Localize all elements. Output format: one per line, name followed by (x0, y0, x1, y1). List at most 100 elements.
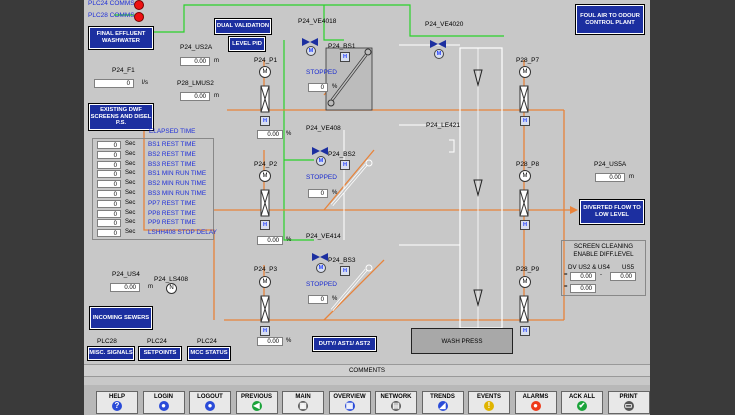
unit-us5a: m (629, 174, 634, 180)
hand-bs1-button[interactable]: H (340, 52, 350, 62)
value-us2a: 0.00 (180, 57, 210, 66)
elapsed-unit: Sec (125, 150, 136, 157)
valve-ve408-indicator[interactable]: M (316, 156, 326, 166)
logout-icon: ● (205, 401, 215, 411)
nav-trends-button[interactable]: TRENDS ◢ (421, 391, 464, 414)
incoming-sewers-button[interactable]: INCOMING SEWERS (90, 307, 152, 329)
nav-events-button[interactable]: EVENTS! (468, 391, 510, 414)
overview-icon: ▦ (344, 401, 355, 411)
elapsed-value: 0 (97, 199, 121, 208)
valve-ve4020-indicator[interactable]: M (434, 49, 444, 59)
value-us5a: 0.00 (595, 173, 625, 182)
diverted-flow-button[interactable]: DIVERTED FLOW TO LOW LEVEL (580, 200, 644, 224)
wash-press: WASH PRESS (411, 328, 513, 354)
elapsed-unit: Sec (125, 170, 136, 177)
tag-bs3: P24_BS3 (328, 257, 356, 264)
bs2-status: STOPPED (306, 174, 337, 181)
tag-p9: P28_P9 (516, 266, 540, 273)
level-pid-button[interactable]: LEVEL PID (229, 37, 265, 51)
motor-p8-icon: M (519, 170, 531, 182)
tag-f1: P24_F1 (112, 67, 135, 74)
value-bs3: 0 (308, 295, 328, 304)
elapsed-label: BS2 REST TIME (148, 150, 196, 158)
hand-p1-button[interactable]: H (260, 116, 270, 126)
tag-ve408: P24_VE408 (306, 125, 341, 132)
nav-previous-button[interactable]: PREVIOUS ◀ (235, 391, 278, 414)
nav-alarms-button[interactable]: ALARMS ● (514, 391, 557, 414)
elapsed-value: 0 (97, 190, 121, 198)
motor-p9-icon: M (519, 276, 531, 288)
trends-icon: ◢ (437, 401, 448, 411)
print-icon: ▭ (623, 401, 634, 411)
unit-p3: % (286, 338, 292, 344)
foul-air-button[interactable]: FOUL AIR TO ODOUR CONTROL PLANT (576, 5, 644, 34)
hand-bs2-button[interactable]: H (340, 160, 350, 170)
valve-ve414-indicator[interactable]: M (316, 263, 326, 273)
plc24-mcc-label: PLC24 (197, 338, 217, 345)
hand-p2-button[interactable]: H (260, 220, 270, 230)
diff-total-equals-sign: = (564, 284, 568, 290)
plc28-comms-label: PLC28 COMMS (88, 12, 135, 19)
nav-logout-button[interactable]: LOGOUT ● (189, 391, 231, 414)
diff-minus-sign: - (600, 272, 602, 278)
elapsed-label: PP9 REST TIME (148, 219, 196, 227)
duty-ast-button[interactable]: DUTY/ AST1/ AST2 (313, 337, 376, 351)
nav-print-button[interactable]: PRINT ▭ (607, 391, 650, 414)
hand-bs3-button[interactable]: H (340, 266, 350, 276)
nav-main-button[interactable]: MAIN ▦ (282, 391, 324, 414)
existing-dwf-button[interactable]: EXISTING DWF SCREENS AND DISEL P.S. (89, 104, 153, 130)
hand-p7-button[interactable]: H (520, 116, 530, 126)
tag-bs2: P24_BS2 (328, 151, 356, 158)
tag-us5a: P24_US5A (594, 161, 627, 168)
nav-help-button[interactable]: HELP? (96, 391, 138, 414)
elapsed-unit: Sec (125, 199, 136, 206)
misc-signals-button[interactable]: MISC. SIGNALS (88, 347, 134, 360)
elapsed-unit: Sec (125, 180, 136, 187)
unit-bs2: % (332, 190, 338, 196)
login-icon: ● (158, 401, 169, 411)
elapsed-label: LSHH408 STOP DELAY (148, 229, 217, 237)
elapsed-label: PP7 REST TIME (148, 199, 196, 207)
elapsed-unit: Sec (125, 160, 136, 167)
setpoints-button[interactable]: SETPOINTS (139, 347, 181, 360)
tag-p3: P24_P3 (254, 266, 278, 273)
hand-p9-button[interactable]: H (520, 326, 530, 336)
tag-ve414: P24_VE414 (306, 233, 341, 240)
hand-p8-button[interactable]: H (520, 220, 530, 230)
unit-bs1: % (332, 84, 338, 90)
nav-ack-all-button[interactable]: ACK ALL ✔ (561, 391, 603, 414)
nav-label: OVERVIEW (333, 394, 366, 400)
nav-label: PRINT (619, 394, 638, 400)
unit-p2: % (286, 237, 292, 243)
elapsed-label: BS3 REST TIME (148, 160, 196, 168)
dual-validation-button[interactable]: DUAL VALIDATION (215, 19, 271, 34)
tag-p7: P28_P7 (516, 57, 540, 64)
nav-login-button[interactable]: LOGIN ● (142, 391, 185, 414)
tag-ve4020: P24_VE4020 (425, 21, 464, 28)
tag-p2: P24_P2 (254, 161, 278, 168)
plc28-comms-indicator (134, 12, 144, 22)
ls408-indicator: N (166, 283, 177, 294)
main-icon: ▦ (298, 401, 308, 411)
nav-overview-button[interactable]: OVERVIEW ▦ (328, 391, 371, 414)
value-p3: 0.00 (257, 337, 283, 346)
screen-cleaning-title: SCREEN CLEANING ENABLE DIFF.LEVEL (573, 243, 634, 258)
mcc-status-button[interactable]: MCC STATUS (188, 347, 230, 360)
unit-lmus2: m (214, 93, 219, 99)
elapsed-value: 0 (97, 141, 121, 149)
elapsed-unit: Sec (125, 190, 136, 196)
final-effluent-button[interactable]: FINAL EFFLUENT WASHWATER (89, 27, 153, 49)
elapsed-unit: Sec (125, 209, 136, 216)
valve-ve4018-indicator[interactable]: M (306, 46, 316, 56)
value-p2: 0.00 (257, 236, 283, 245)
value-lmus2: 0.00 (180, 92, 210, 101)
unit-us2a: m (214, 58, 219, 64)
nav-label: ALARMS (522, 394, 549, 400)
screen-cleaning-panel: SCREEN CLEANING ENABLE DIFF.LEVEL DV US2… (561, 240, 646, 296)
nav-label: TRENDS (430, 394, 455, 400)
nav-label: HELP (108, 394, 125, 400)
nav-label: ACK ALL (568, 394, 596, 400)
elapsed-value: 0 (97, 219, 121, 228)
nav-network-button[interactable]: NETWORK ▤ (375, 391, 417, 414)
hand-p3-button[interactable]: H (260, 326, 270, 336)
